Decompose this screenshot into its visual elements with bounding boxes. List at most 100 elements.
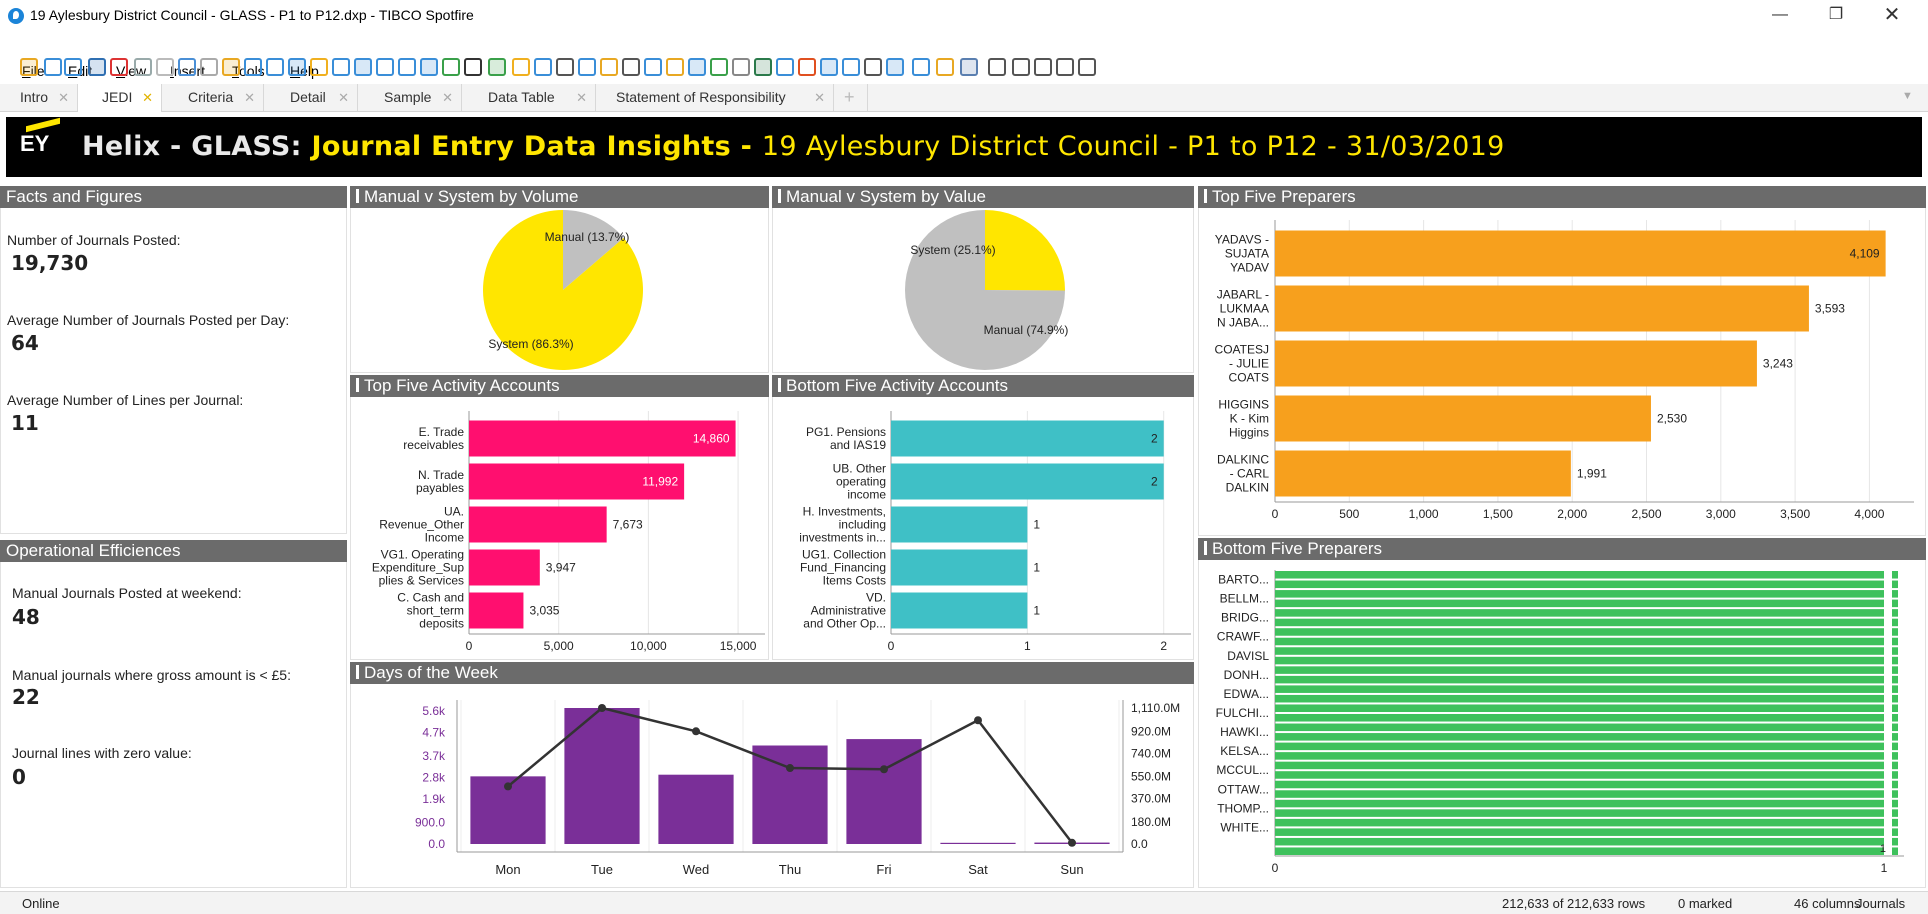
treemap-icon[interactable] (776, 58, 794, 76)
heat-map-icon[interactable] (798, 58, 816, 76)
bar (1892, 714, 1898, 722)
new-icon[interactable] (44, 58, 62, 76)
close-window-icon[interactable]: ✕ (1864, 0, 1920, 30)
tab-sample[interactable]: Sample ✕ (358, 84, 462, 111)
pie-slice (985, 210, 1065, 291)
category-label: BARTO... (1218, 573, 1269, 587)
tick-label: 1,500 (1483, 507, 1513, 521)
tab-jedi[interactable]: JEDI ✕ (78, 84, 162, 112)
map-icon[interactable] (754, 58, 772, 76)
top-preparers-title: Top Five Preparers (1198, 186, 1926, 208)
tab-criteria[interactable]: Criteria ✕ (162, 84, 264, 111)
status-table[interactable]: Journals (1856, 896, 1905, 911)
category-label: and IAS19 (830, 438, 886, 452)
tag-icon[interactable] (310, 58, 328, 76)
reload-icon[interactable] (64, 58, 82, 76)
split-horizontal-icon[interactable] (1056, 58, 1074, 76)
tip-icon[interactable] (512, 58, 530, 76)
combination-chart-icon[interactable] (666, 58, 684, 76)
bar (469, 592, 524, 629)
reset-filters-icon[interactable] (222, 58, 240, 76)
line-chart-icon[interactable] (420, 58, 438, 76)
line-point (692, 727, 700, 736)
graphical-table-icon[interactable] (398, 58, 416, 76)
add-page-icon[interactable] (488, 58, 506, 76)
text-area-icon[interactable] (332, 58, 350, 76)
split-vertical-icon[interactable] (1034, 58, 1052, 76)
maximize-icon[interactable] (1078, 58, 1096, 76)
close-tab-icon[interactable]: ✕ (142, 84, 153, 111)
tick-label: 3,000 (1706, 507, 1736, 521)
close-tab-icon[interactable]: ✕ (576, 84, 587, 111)
color-icon[interactable] (464, 58, 482, 76)
tab-data-table[interactable]: Data Table ✕ (462, 84, 596, 111)
pie-icon[interactable] (688, 58, 706, 76)
bar (1275, 714, 1884, 722)
box-plot-icon[interactable] (622, 58, 640, 76)
pie-slice-label: Manual (13.7%) (545, 230, 630, 244)
table-icon[interactable] (354, 58, 372, 76)
redo-icon[interactable] (200, 58, 218, 76)
y-tick-label: 3.7k (422, 749, 446, 763)
save-icon[interactable] (88, 58, 106, 76)
close-tab-icon[interactable]: ✕ (442, 84, 453, 111)
restore-icon[interactable]: ❐ (1808, 0, 1864, 30)
layout-icon[interactable] (988, 58, 1006, 76)
bar (1892, 590, 1898, 598)
ops-label: Manual journals where gross amount is < … (12, 667, 291, 683)
bar-chart-icon[interactable] (600, 58, 618, 76)
pie-slice-label: System (25.1%) (910, 243, 995, 257)
minimize-icon[interactable]: — (1752, 0, 1808, 30)
close-tab-icon[interactable]: ✕ (244, 84, 255, 111)
category-label: K - Kim (1230, 412, 1269, 426)
bar (1275, 599, 1884, 608)
parallel-icon[interactable] (820, 58, 838, 76)
top-accounts-panel: 14,860 E. Trade receivables 11,992 N. Trade p… (350, 397, 769, 660)
settings-icon[interactable] (960, 58, 978, 76)
line-point (786, 764, 794, 773)
tab-statement-of-responsibility[interactable]: Statement of Responsibility ✕ (596, 84, 834, 111)
close-tab-icon[interactable]: ✕ (338, 84, 349, 111)
sum-icon[interactable] (556, 58, 574, 76)
kpi-icon[interactable] (886, 58, 904, 76)
3d-scatter-icon[interactable] (732, 58, 750, 76)
bar-value-label: 3,243 (1763, 357, 1793, 371)
tab-intro[interactable]: Intro ✕ (8, 84, 78, 111)
export-pdf-icon[interactable] (110, 58, 128, 76)
summary-table-icon[interactable] (842, 58, 860, 76)
bar (1892, 761, 1898, 770)
y-tick-label: 0.0 (428, 837, 445, 851)
cross-table-icon[interactable] (376, 58, 394, 76)
tab-detail[interactable]: Detail ✕ (264, 84, 358, 111)
copy-icon[interactable] (134, 58, 152, 76)
x-tick-label: Wed (683, 862, 710, 877)
spotfire-app-icon (8, 8, 24, 24)
add-tab-icon[interactable]: + (834, 84, 868, 111)
category-label: OTTAW... (1218, 782, 1269, 796)
properties-icon[interactable] (288, 58, 306, 76)
undo-icon[interactable] (178, 58, 196, 76)
chevron-down-icon[interactable]: ▼ (1902, 90, 1913, 102)
open-icon[interactable] (20, 58, 38, 76)
paste-icon[interactable] (156, 58, 174, 76)
tick-label: 1,000 (1409, 507, 1439, 521)
tick-label: 0 (466, 639, 473, 653)
network-icon[interactable] (864, 58, 882, 76)
close-tab-icon[interactable]: ✕ (814, 84, 825, 111)
scatter-icon[interactable] (710, 58, 728, 76)
ops-value: 48 (12, 605, 40, 629)
close-tab-icon[interactable]: ✕ (58, 84, 69, 111)
pie-chart-icon[interactable] (442, 58, 460, 76)
status-online: Online (22, 896, 60, 911)
line-icon[interactable] (644, 58, 662, 76)
fact-value: 19,730 (11, 251, 89, 275)
filter-icon[interactable] (244, 58, 262, 76)
tile-icon[interactable] (1012, 58, 1030, 76)
script-icon[interactable] (936, 58, 954, 76)
combo-icon[interactable] (578, 58, 596, 76)
x-tick-label: Sat (968, 862, 988, 877)
details-icon[interactable] (266, 58, 284, 76)
data-table-icon[interactable] (534, 58, 552, 76)
text-filter-icon[interactable] (912, 58, 930, 76)
y2-tick-label: 370.0M (1131, 792, 1171, 806)
